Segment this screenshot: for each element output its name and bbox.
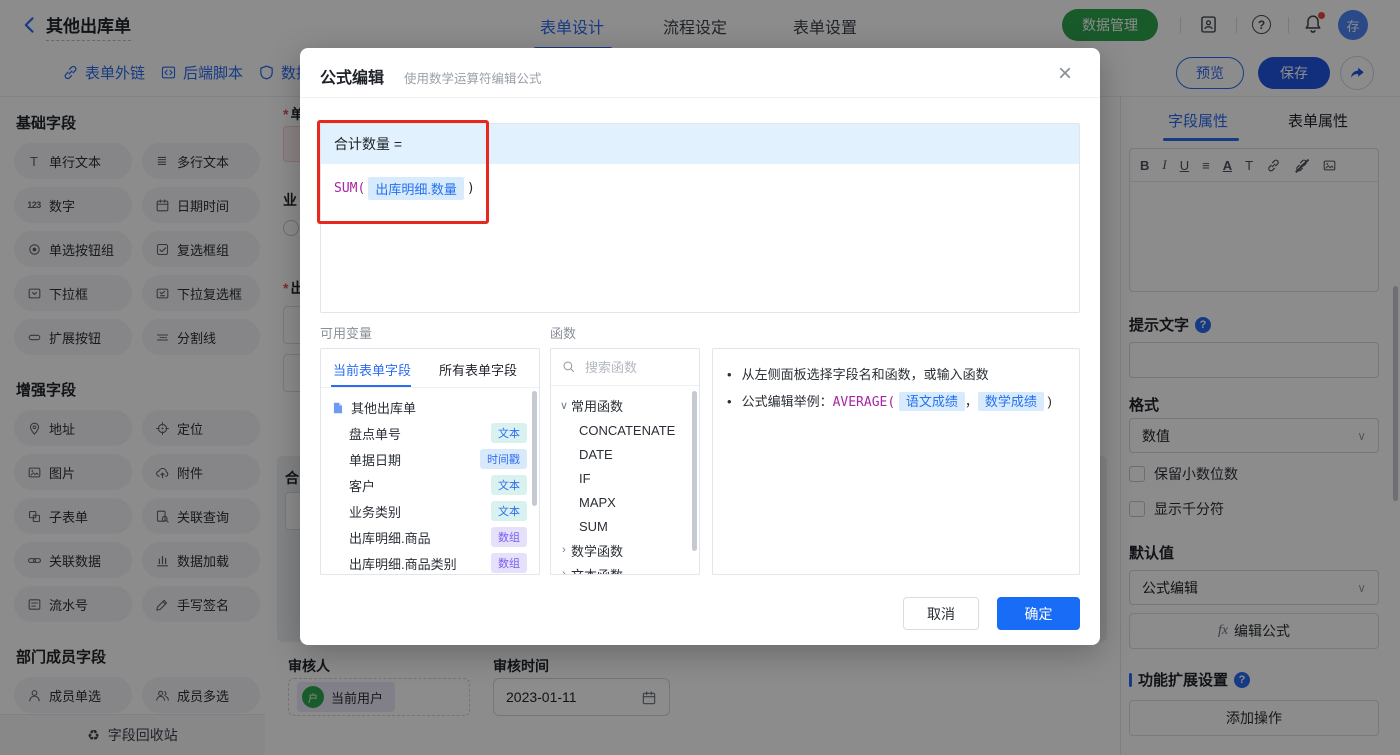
functions-panel: ∨常用函数 CONCATENATE DATE IF MAPX SUM ›数学函数… — [550, 348, 700, 575]
example-function-name: AVERAGE( — [832, 395, 896, 410]
formula-expression[interactable]: SUM( 出库明细.数量 ) — [334, 177, 475, 200]
search-icon — [561, 358, 576, 376]
variables-root-item[interactable]: 其他出库单 — [321, 394, 539, 420]
modal-title: 公式编辑 — [320, 70, 385, 87]
chevron-right-icon: › — [562, 544, 566, 556]
type-badge: 数组 — [491, 553, 527, 573]
functions-tree: ∨ 常用函数 CONCATENATE DATE IF MAPX SUM › 数学函数… — [551, 386, 699, 575]
formula-paren-close: ) — [466, 181, 475, 196]
functions-label: 函数 — [550, 326, 577, 341]
variable-item[interactable]: 客户 文本 — [321, 472, 539, 498]
formula-target-bar: 合计数量 = — [321, 124, 1079, 164]
function-group-math[interactable]: › 数学函数 — [551, 538, 699, 562]
variable-item[interactable]: 出库明细.商品类别 数组 — [321, 550, 539, 574]
variable-item[interactable]: 出库明细.商品 数组 — [321, 524, 539, 550]
type-badge: 文本 — [491, 501, 527, 521]
tab-all-form-fields[interactable]: 所有表单字段 — [439, 360, 517, 379]
variables-panel: 当前表单字段 所有表单字段 其他出库单 盘点单号 文本 单据日期 时间戳 客户 文本 … — [320, 348, 540, 575]
type-badge: 文本 — [491, 423, 527, 443]
function-search — [551, 349, 699, 386]
chevron-right-icon: › — [562, 568, 566, 575]
variables-label: 可用变量 — [320, 326, 373, 341]
app-root: 其他出库单 表单设计 流程设定 表单设置 数据管理 ? 存 表单外链 后端脚本 … — [0, 0, 1400, 755]
type-badge: 文本 — [491, 475, 527, 495]
formula-help-panel: • 从左侧面板选择字段名和函数，或输入函数 • 公式编辑举例：AVERAGE( 语文… — [712, 348, 1080, 575]
variables-tree: 其他出库单 盘点单号 文本 单据日期 时间戳 客户 文本 业务类别 文本 出库明细.商品… — [321, 388, 539, 574]
variables-tabs: 当前表单字段 所有表单字段 — [321, 349, 539, 388]
function-group-text[interactable]: › 文本函数 — [551, 562, 699, 575]
help-tip-2: • 公式编辑举例：AVERAGE( 语文成绩，数学成绩 ) — [727, 392, 1052, 411]
function-item[interactable]: MAPX — [551, 490, 699, 514]
formula-editor[interactable]: 合计数量 = SUM( 出库明细.数量 ) — [320, 123, 1080, 313]
formula-edit-modal: 公式编辑 使用数学运算符编辑公式 × 合计数量 = SUM( 出库明细.数量 )… — [300, 48, 1100, 645]
type-badge: 时间戳 — [480, 449, 527, 469]
function-group-common[interactable]: ∨ 常用函数 — [551, 392, 699, 418]
function-item[interactable]: SUM — [551, 514, 699, 538]
confirm-button[interactable]: 确定 — [997, 597, 1080, 630]
formula-field-chip[interactable]: 出库明细.数量 — [368, 177, 464, 200]
variable-item[interactable]: 业务类别 文本 — [321, 498, 539, 524]
help-tip-1: • 从左侧面板选择字段名和函数，或输入函数 — [727, 367, 989, 382]
function-item[interactable]: DATE — [551, 442, 699, 466]
modal-header-divider — [300, 97, 1100, 98]
variable-item[interactable]: 单据日期 时间戳 — [321, 446, 539, 472]
variables-scrollbar[interactable] — [532, 391, 537, 506]
variables-tab-indicator — [331, 385, 411, 387]
form-doc-icon — [331, 399, 345, 415]
example-field-chip: 语文成绩 — [898, 392, 965, 411]
formula-function-name: SUM( — [334, 181, 366, 196]
modal-subtitle: 使用数学运算符编辑公式 — [404, 72, 542, 86]
functions-scrollbar[interactable] — [692, 391, 697, 551]
function-item[interactable]: CONCATENATE — [551, 418, 699, 442]
close-icon[interactable]: × — [1058, 62, 1072, 86]
type-badge: 数组 — [491, 527, 527, 547]
tab-current-form-fields[interactable]: 当前表单字段 — [333, 360, 411, 379]
example-field-chip: 数学成绩 — [977, 392, 1044, 411]
function-item[interactable]: IF — [551, 466, 699, 490]
cancel-button[interactable]: 取消 — [903, 597, 979, 630]
chevron-down-icon: ∨ — [559, 399, 569, 412]
function-search-input[interactable] — [583, 358, 682, 376]
variable-item[interactable]: 盘点单号 文本 — [321, 420, 539, 446]
